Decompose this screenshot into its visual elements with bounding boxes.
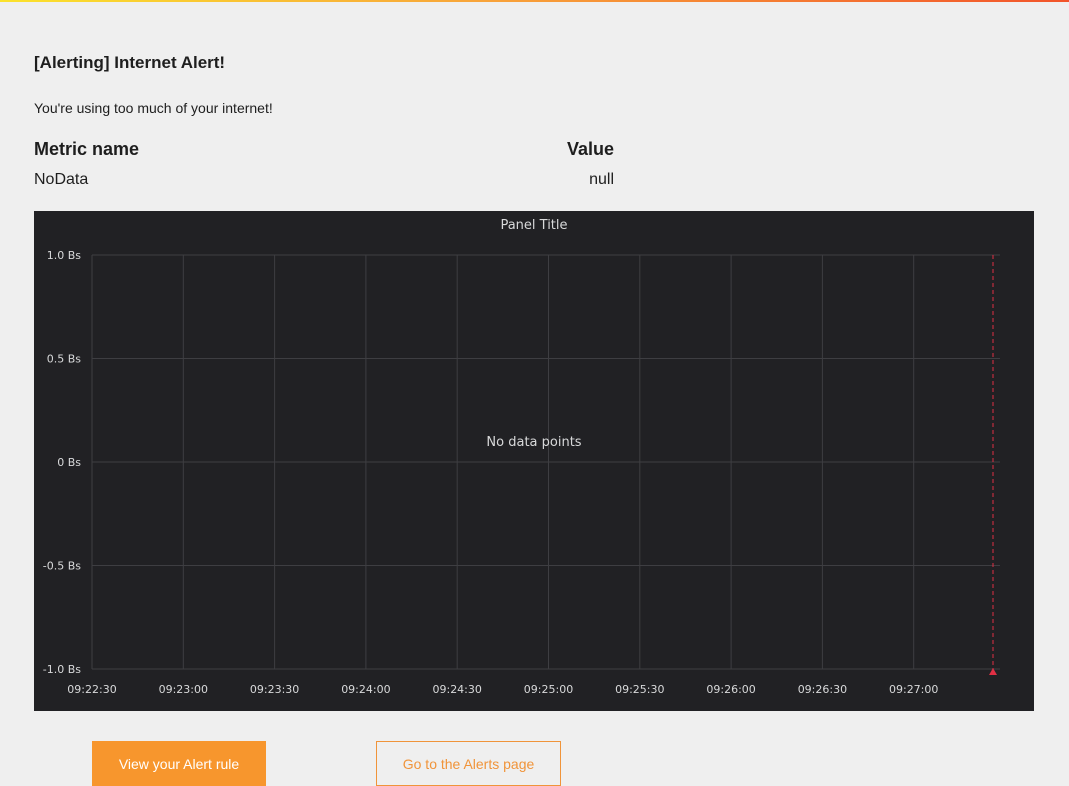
x-tick-label: 09:24:30 xyxy=(432,683,481,696)
metrics-table: Metric name Value NoData null xyxy=(34,139,614,189)
view-alert-rule-button[interactable]: View your Alert rule xyxy=(92,741,266,786)
x-tick-label: 09:26:30 xyxy=(798,683,847,696)
metric-name-cell: NoData xyxy=(34,171,89,188)
y-tick-label: 0 Bs xyxy=(57,456,81,469)
alert-message: You're using too much of your internet! xyxy=(34,100,273,116)
y-tick-label: -1.0 Bs xyxy=(43,663,82,676)
value-header: Value xyxy=(566,139,614,159)
y-tick-label: -0.5 Bs xyxy=(43,560,82,573)
panel-title: Panel Title xyxy=(500,218,567,233)
graph-chart: 1.0 Bs 0.5 Bs 0 Bs -0.5 Bs -1.0 Bs 09:22:30 09… xyxy=(43,218,1000,696)
metric-name-header: Metric name xyxy=(34,139,140,159)
alerts-page-button[interactable]: Go to the Alerts page xyxy=(376,741,561,786)
x-tick-label: 09:25:00 xyxy=(524,683,573,696)
x-tick-label: 09:26:00 xyxy=(706,683,755,696)
x-tick-label: 09:23:00 xyxy=(159,683,208,696)
x-tick-label: 09:22:30 xyxy=(67,683,116,696)
x-tick-label: 09:27:00 xyxy=(889,683,938,696)
alert-title: [Alerting] Internet Alert! xyxy=(34,53,226,72)
y-tick-label: 0.5 Bs xyxy=(47,353,82,366)
x-tick-label: 09:25:30 xyxy=(615,683,664,696)
table-row: NoData null xyxy=(34,171,614,189)
top-gradient-bar xyxy=(0,0,1069,2)
x-tick-label: 09:24:00 xyxy=(341,683,390,696)
metric-value-cell: null xyxy=(589,171,614,188)
graph-panel: 1.0 Bs 0.5 Bs 0 Bs -0.5 Bs -1.0 Bs 09:22:30 09… xyxy=(34,211,1034,711)
y-tick-label: 1.0 Bs xyxy=(47,249,82,262)
no-data-label: No data points xyxy=(486,435,581,450)
x-tick-label: 09:23:30 xyxy=(250,683,299,696)
metrics-table-header: Metric name Value xyxy=(34,139,614,163)
